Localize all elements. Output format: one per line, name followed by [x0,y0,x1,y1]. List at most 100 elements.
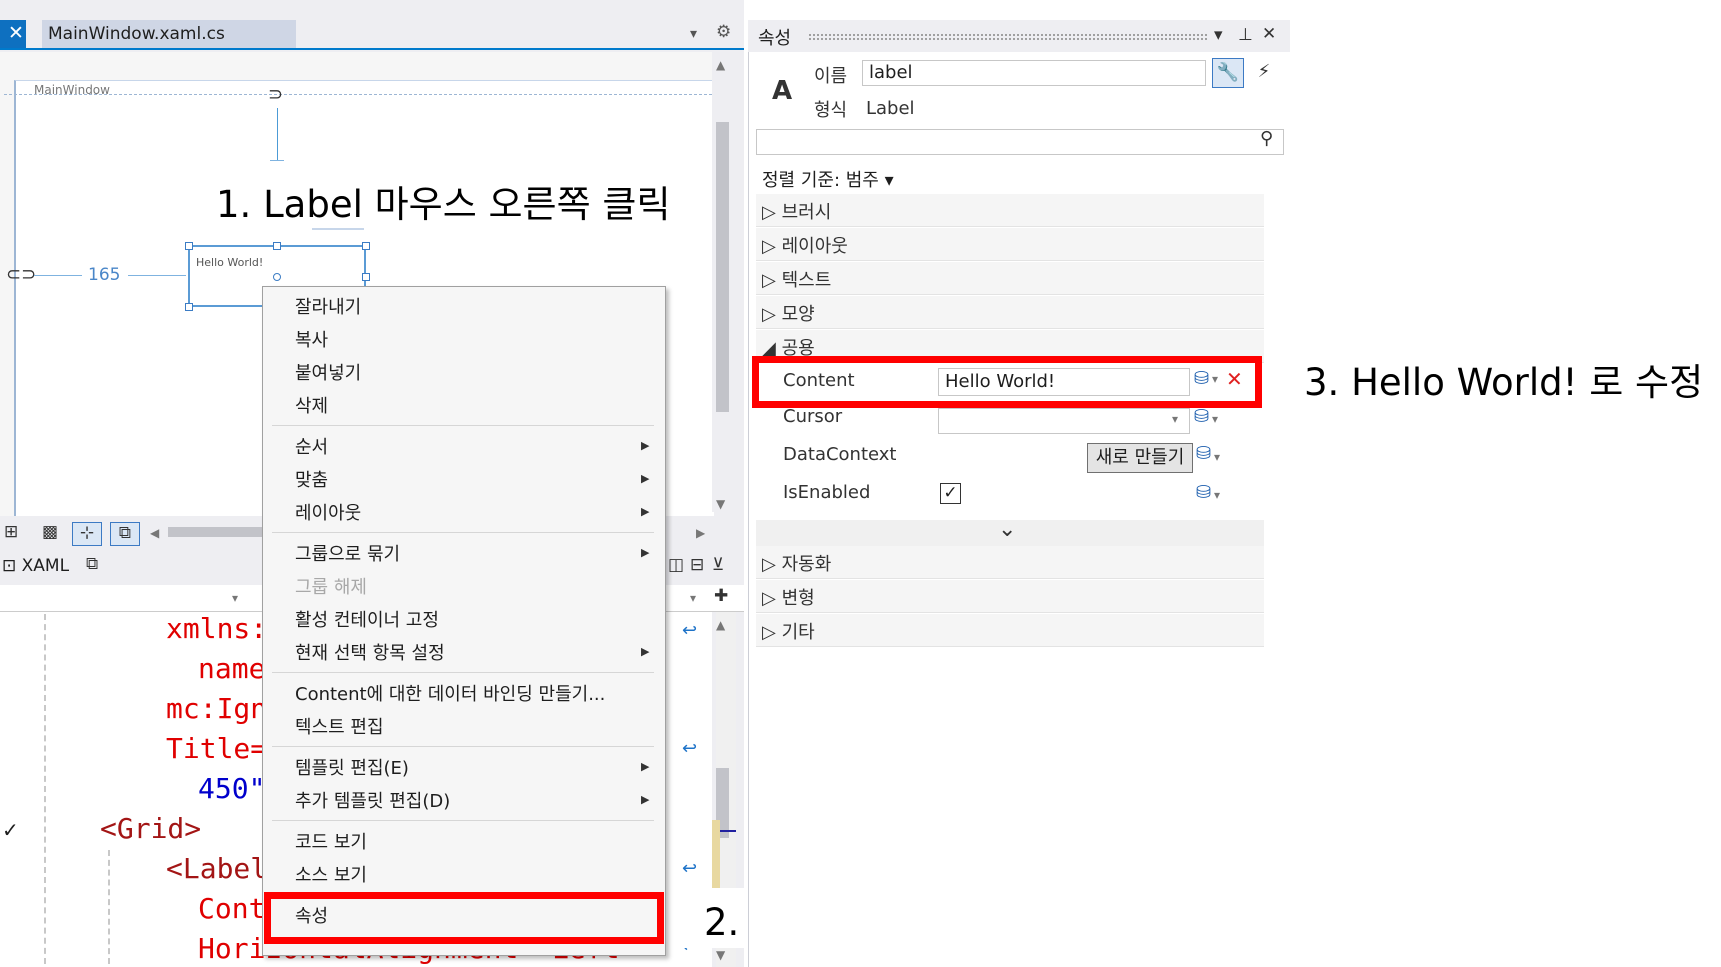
category-automation[interactable]: ▷ 자동화 [762,550,831,576]
checker-icon[interactable]: ▩ [42,522,58,542]
menu-item-copy[interactable]: 복사 [295,326,328,352]
name-field[interactable]: label [862,60,1206,86]
category-brush[interactable]: ▷ 브러시 [762,198,831,224]
member-combo-dropdown-icon[interactable]: ▾ [690,591,696,605]
rotate-handle[interactable] [273,273,281,281]
popout-icon[interactable]: ⧉ [86,554,98,574]
menu-separator [272,425,654,426]
quick-action-icon[interactable]: ↩ [682,620,697,641]
scroll-left-icon[interactable]: ◀ [150,526,159,540]
code-line: Cont [198,892,266,925]
lightning-icon[interactable]: ⚡ [1248,58,1280,88]
top-margin-guide [277,108,278,160]
chevron-down-icon[interactable]: ▾ [1214,450,1220,464]
panel-grip[interactable] [808,33,1208,41]
code-line: Title= [166,732,268,765]
split-horizontal-icon[interactable]: ⊟ [690,555,704,575]
menu-item-set-selection[interactable]: 현재 선택 항목 설정 [295,639,445,665]
new-button[interactable]: 새로 만들기 [1087,443,1193,473]
menu-item-align[interactable]: 맞춤 [295,466,328,492]
left-margin-guide-2 [128,275,186,276]
category-automation-label: 자동화 [781,554,832,575]
gear-icon[interactable]: ⚙ [716,22,731,42]
isenabled-label: IsEnabled [783,482,871,503]
property-search-input[interactable] [756,129,1284,155]
category-row[interactable] [756,194,1264,227]
chevron-down-icon[interactable]: ▾ [1214,488,1220,502]
scroll-down-icon[interactable]: ▼ [716,948,725,962]
menu-item-create-binding[interactable]: Content에 대한 데이터 바인딩 만들기... [295,680,605,706]
category-transform[interactable]: ▷ 변형 [762,584,815,610]
category-row[interactable] [756,546,1264,579]
scroll-up-icon[interactable]: ▲ [716,58,725,72]
left-margin-guide [34,275,82,276]
type-value: Label [866,98,915,119]
menu-item-view-source[interactable]: 소스 보기 [295,861,367,887]
top-anchor-icon[interactable]: ⊃ [268,84,283,105]
left-anchor-icon[interactable]: ⊂⊃ [6,264,36,285]
menu-item-layout[interactable]: 레이아웃 [295,499,361,525]
code-line: 450" [198,772,266,805]
designer-vscroll-thumb[interactable] [716,122,729,412]
tab-dropdown-icon[interactable]: ▾ [690,26,697,42]
scroll-down-icon[interactable]: ▼ [716,497,725,511]
chevron-down-icon[interactable]: ▾ [1214,25,1223,45]
grid-icon[interactable]: ⊞ [4,522,18,542]
menu-item-group[interactable]: 그룹으로 묶기 [295,540,400,566]
database-icon[interactable]: ⛁ [1196,443,1211,464]
sort-by-dropdown[interactable]: 정렬 기준: 범주 ▾ [762,166,894,192]
cursor-dropdown[interactable] [938,408,1190,434]
search-icon[interactable]: ⚲ [1260,128,1273,149]
menu-item-delete[interactable]: 삭제 [295,392,328,418]
pin-icon[interactable]: ⊥ [1238,25,1253,45]
resize-handle[interactable] [362,273,370,281]
element-combo-dropdown-icon[interactable]: ▾ [232,591,238,605]
quick-action-icon[interactable]: ↩ [682,858,697,879]
chevron-down-icon[interactable]: ▾ [1212,412,1218,426]
category-text[interactable]: ▷ 텍스트 [762,266,831,292]
split-vertical-icon[interactable]: ◫ [668,555,684,575]
category-appearance[interactable]: ▷ 모양 [762,300,815,326]
resize-handle[interactable] [273,242,281,250]
snap-gridlines-icon[interactable]: ⊹ [72,522,102,546]
menu-item-edit-text[interactable]: 텍스트 편집 [295,713,384,739]
category-row[interactable] [756,580,1264,613]
collapse-marker-icon[interactable]: ✓ [2,818,19,842]
quick-action-icon[interactable]: ↩ [682,738,697,759]
database-icon[interactable]: ⛁ [1196,482,1211,503]
menu-item-order[interactable]: 순서 [295,433,328,459]
menu-item-edit-template[interactable]: 템플릿 편집(E) [295,754,409,780]
tab-xaml[interactable]: ⊡ XAML [2,556,69,576]
designer-hscroll-thumb[interactable] [168,527,263,537]
close-icon[interactable]: ✕ [8,22,24,44]
menu-item-cut[interactable]: 잘라내기 [295,293,361,319]
chevron-down-icon[interactable]: ▾ [1172,412,1178,426]
chevron-down-icon[interactable]: ⌄ [998,517,1016,542]
isenabled-checkbox[interactable]: ✓ [940,483,961,504]
database-icon[interactable]: ⛁ [1194,406,1209,427]
collapse-pane-icon[interactable]: ⊻ [712,555,724,575]
tab-mainwindow-xaml-cs[interactable]: MainWindow.xaml.cs [42,20,296,48]
snap-lines-icon[interactable]: ⧉ [110,522,140,546]
wrench-icon[interactable]: 🔧 [1212,58,1244,88]
category-row[interactable] [756,262,1264,295]
menu-item-pin-container[interactable]: 활성 컨테이너 고정 [295,606,439,632]
scroll-up-icon[interactable]: ▲ [716,618,725,632]
menu-item-view-code[interactable]: 코드 보기 [295,828,367,854]
label-top-guide [312,228,364,230]
category-misc[interactable]: ▷ 기타 [762,618,815,644]
resize-handle[interactable] [185,242,193,250]
split-view-icon[interactable]: ✚ [714,586,728,606]
category-row[interactable] [756,296,1264,329]
top-margin-tick [270,160,284,161]
tab-underline [0,48,744,50]
close-icon[interactable]: ✕ [1262,24,1276,44]
resize-handle[interactable] [362,242,370,250]
category-row[interactable] [756,614,1264,647]
menu-item-paste[interactable]: 붙여넣기 [295,359,361,385]
menu-item-edit-additional-templates[interactable]: 추가 템플릿 편집(D) [295,787,450,813]
scroll-right-icon[interactable]: ▶ [696,526,705,540]
code-line: name [198,652,266,685]
resize-handle[interactable] [185,303,193,311]
category-layout[interactable]: ▷ 레이아웃 [762,232,848,258]
